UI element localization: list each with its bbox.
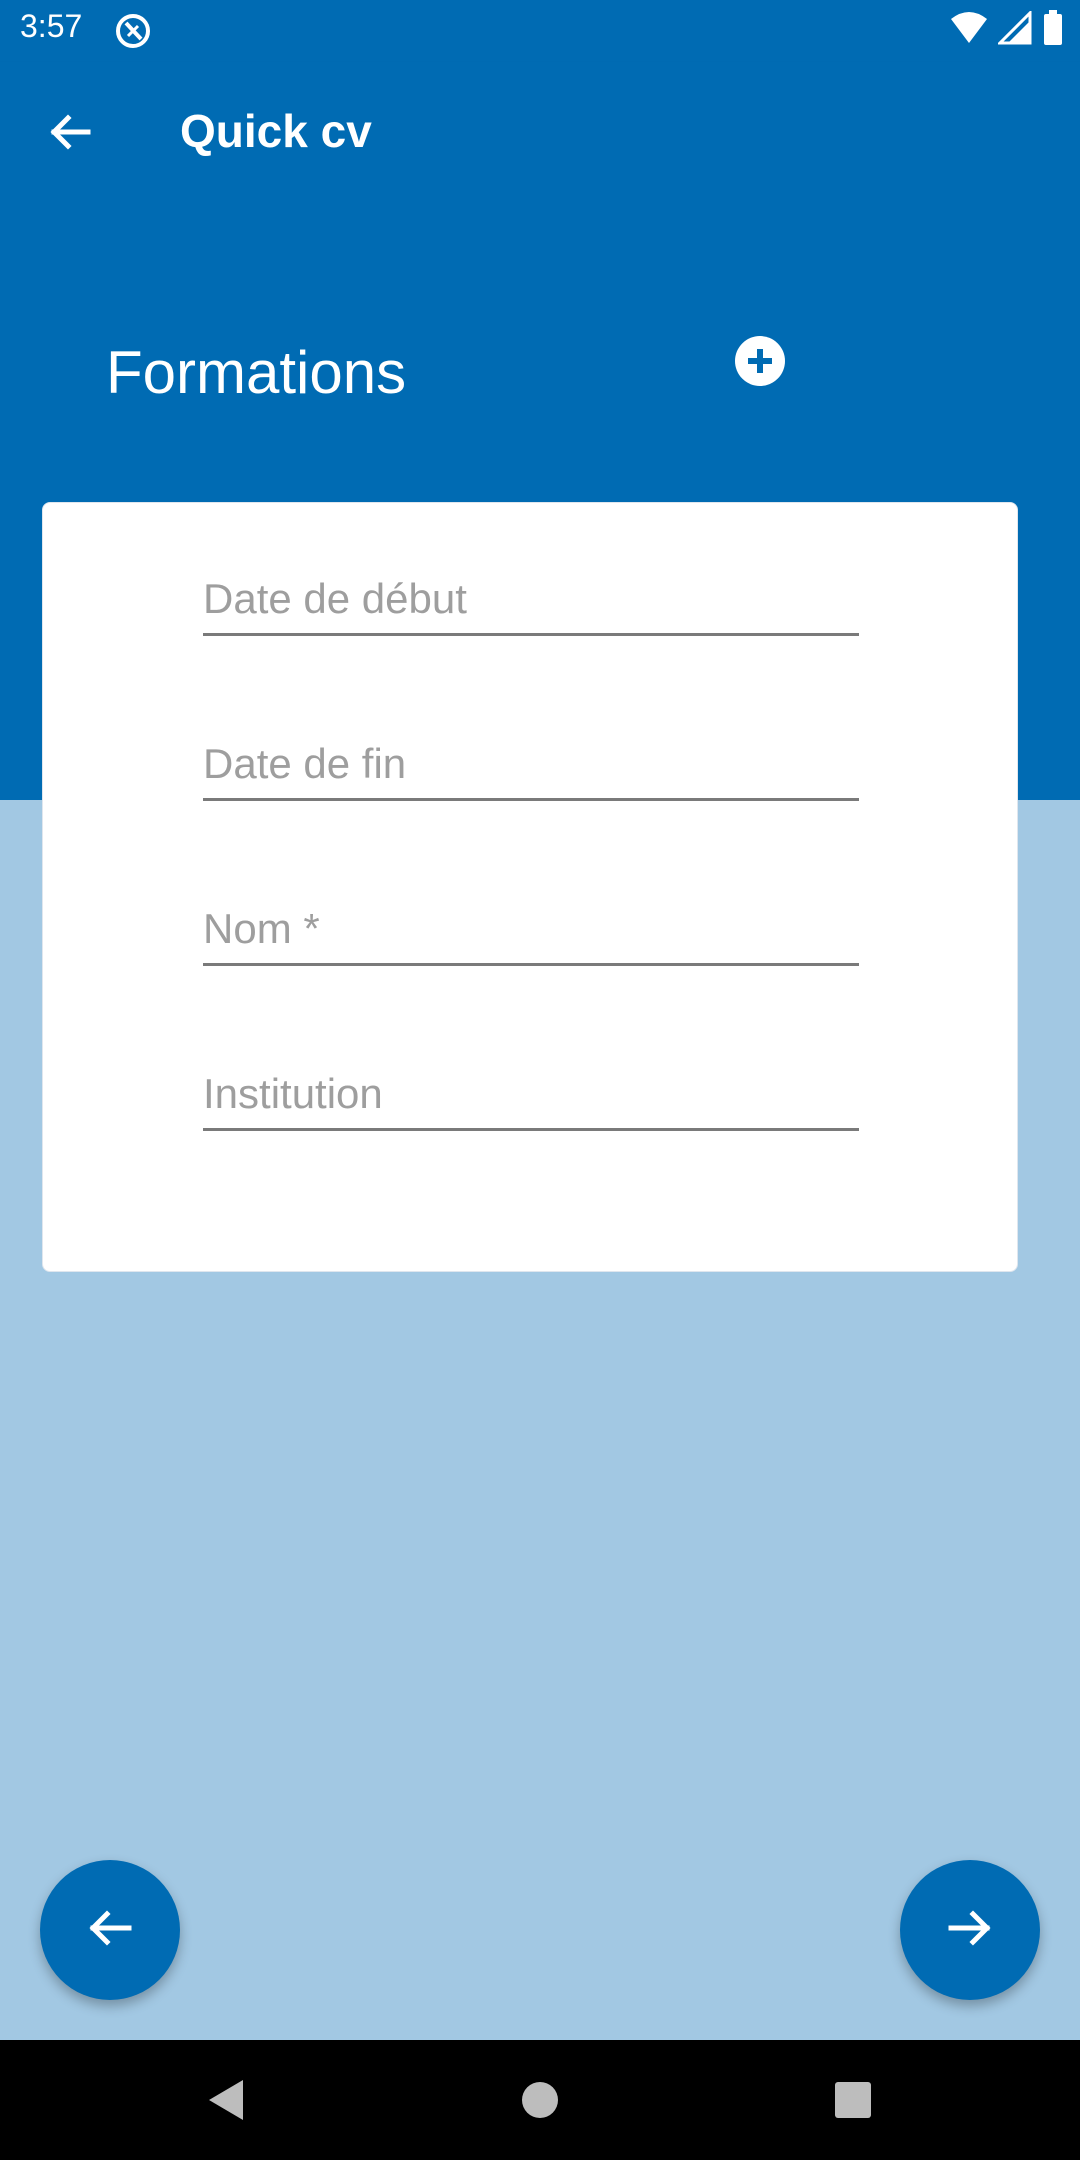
status-bar: 3:57 xyxy=(0,0,1080,62)
arrow-forward-icon xyxy=(947,1905,993,1956)
nav-back-icon[interactable] xyxy=(200,2075,250,2125)
nav-recents-icon[interactable] xyxy=(828,2075,878,2125)
wifi-icon xyxy=(950,11,988,50)
formation-card xyxy=(42,502,1018,1272)
start-date-input[interactable] xyxy=(203,575,859,623)
app-title: Quick cv xyxy=(180,105,372,157)
name-field[interactable] xyxy=(203,905,859,966)
previous-button[interactable] xyxy=(40,1860,180,2000)
battery-icon xyxy=(1042,10,1064,51)
cell-signal-icon xyxy=(996,9,1032,50)
next-button[interactable] xyxy=(900,1860,1040,2000)
start-date-field[interactable] xyxy=(203,575,859,636)
end-date-field[interactable] xyxy=(203,740,859,801)
status-time: 3:57 xyxy=(20,8,83,44)
arrow-back-icon[interactable] xyxy=(40,102,100,162)
arrow-back-icon xyxy=(87,1905,133,1956)
app-bar: Quick cv xyxy=(0,62,1080,200)
section-title: Formations xyxy=(106,339,407,406)
institution-input[interactable] xyxy=(203,1070,859,1118)
status-icons xyxy=(950,9,1064,51)
name-input[interactable] xyxy=(203,905,859,953)
app-notification-icon xyxy=(114,12,152,50)
navigation-bar xyxy=(0,2040,1080,2160)
nav-home-icon[interactable] xyxy=(515,2075,565,2125)
add-circle-icon[interactable] xyxy=(734,335,786,387)
end-date-input[interactable] xyxy=(203,740,859,788)
institution-field[interactable] xyxy=(203,1070,859,1131)
